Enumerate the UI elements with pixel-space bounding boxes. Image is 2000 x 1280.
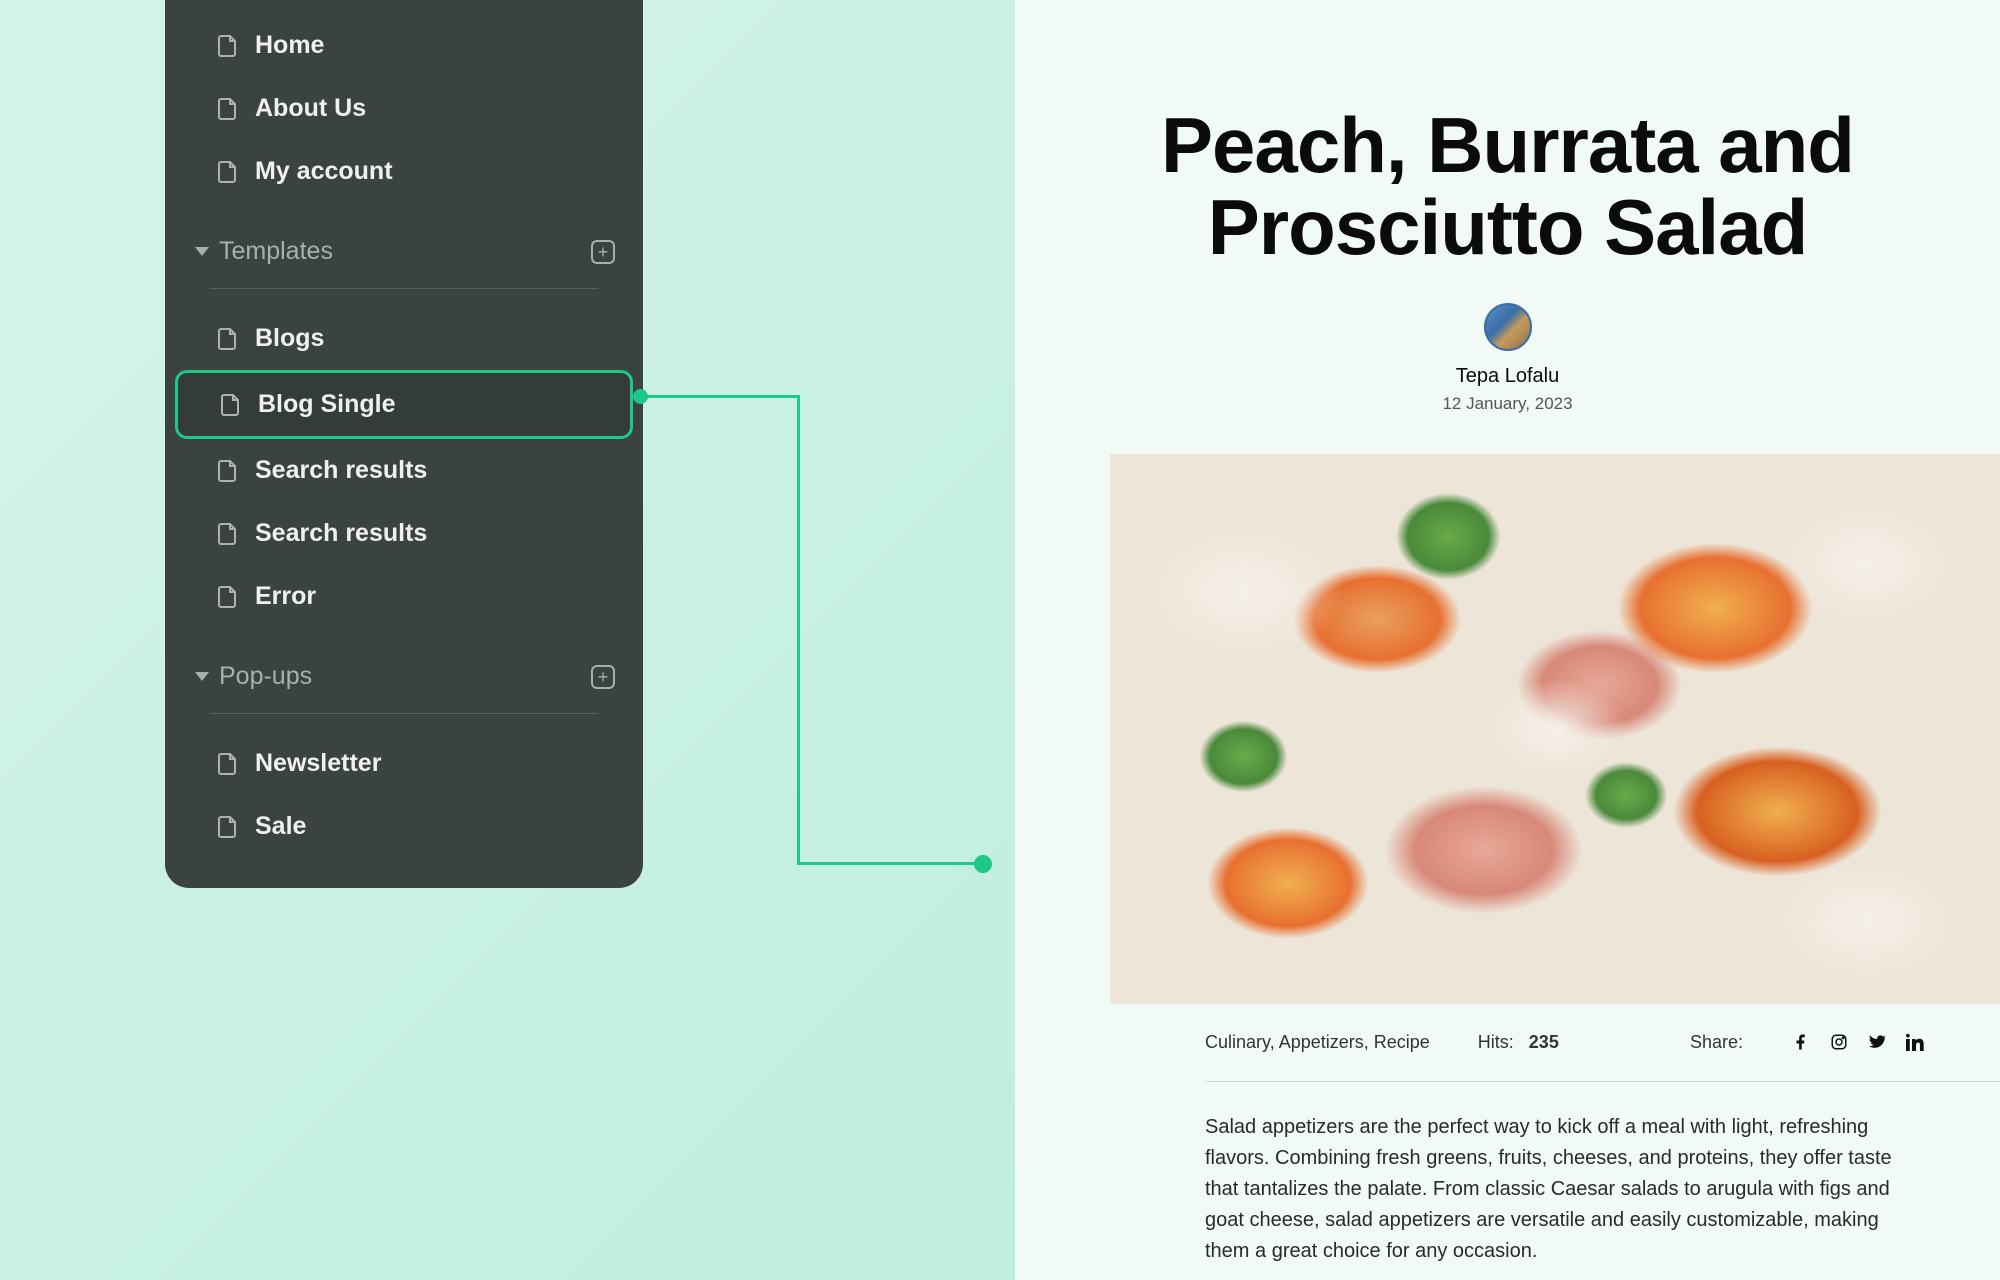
sidebar-item-sale[interactable]: Sale: [175, 795, 633, 858]
avatar: [1484, 303, 1532, 351]
document-icon: [217, 752, 237, 776]
document-icon: [217, 585, 237, 609]
instagram-icon[interactable]: [1829, 1032, 1849, 1052]
article-categories: Culinary, Appetizers, Recipe: [1205, 1032, 1430, 1053]
nav-label: Blogs: [255, 324, 324, 353]
document-icon: [217, 327, 237, 351]
social-icons: [1791, 1032, 2000, 1052]
document-icon: [217, 34, 237, 58]
caret-down-icon: [195, 672, 209, 681]
nav-label: Error: [255, 582, 316, 611]
sidebar-item-home[interactable]: Home: [175, 14, 633, 77]
sidebar-item-my-account[interactable]: My account: [175, 140, 633, 203]
section-label: Templates: [219, 237, 333, 266]
add-template-button[interactable]: +: [591, 240, 615, 264]
article-meta-row: Culinary, Appetizers, Recipe Hits: 235 S…: [1205, 1004, 2000, 1082]
divider: [210, 713, 598, 714]
document-icon: [217, 97, 237, 121]
sidebar-item-about-us[interactable]: About Us: [175, 77, 633, 140]
hits-label: Hits:: [1478, 1032, 1514, 1052]
nav-label: Blog Single: [258, 390, 396, 419]
nav-label: About Us: [255, 94, 366, 123]
preview-panel: Peach, Burrata and Prosciutto Salad Tepa…: [1015, 0, 2000, 1280]
sidebar-item-blog-single[interactable]: Blog Single: [175, 370, 633, 439]
author-name: Tepa Lofalu: [1015, 365, 2000, 388]
caret-down-icon: [195, 247, 209, 256]
twitter-icon[interactable]: [1867, 1032, 1887, 1052]
document-icon: [217, 160, 237, 184]
document-icon: [217, 522, 237, 546]
article-title: Peach, Burrata and Prosciutto Salad: [1015, 105, 2000, 269]
document-icon: [217, 815, 237, 839]
section-header-templates[interactable]: Templates +: [165, 223, 643, 280]
share-label: Share:: [1690, 1032, 1743, 1053]
sidebar-item-newsletter[interactable]: Newsletter: [175, 732, 633, 795]
document-icon: [217, 459, 237, 483]
facebook-icon[interactable]: [1791, 1032, 1811, 1052]
author-block: Tepa Lofalu 12 January, 2023: [1015, 303, 2000, 414]
article-intro: Salad appetizers are the perfect way to …: [1205, 1112, 1925, 1267]
sidebar-item-search-results[interactable]: Search results: [175, 439, 633, 502]
add-popup-button[interactable]: +: [591, 665, 615, 689]
nav-label: Search results: [255, 519, 427, 548]
sidebar-panel: Home About Us My account Templates + Blo…: [165, 0, 643, 888]
section-label: Pop-ups: [219, 662, 312, 691]
nav-label: Home: [255, 31, 324, 60]
nav-label: Sale: [255, 812, 306, 841]
article-body: Salad appetizers are the perfect way to …: [1205, 1112, 2000, 1280]
nav-label: Search results: [255, 456, 427, 485]
sidebar-item-blogs[interactable]: Blogs: [175, 307, 633, 370]
sidebar-item-search-results-2[interactable]: Search results: [175, 502, 633, 565]
nav-label: My account: [255, 157, 393, 186]
sidebar-item-error[interactable]: Error: [175, 565, 633, 628]
document-icon: [220, 393, 240, 417]
linkedin-icon[interactable]: [1905, 1032, 1925, 1052]
nav-label: Newsletter: [255, 749, 381, 778]
article-date: 12 January, 2023: [1015, 394, 2000, 414]
divider: [210, 288, 598, 289]
hits-value: 235: [1529, 1032, 1559, 1052]
section-header-popups[interactable]: Pop-ups +: [165, 648, 643, 705]
hero-image: [1110, 454, 2000, 1004]
